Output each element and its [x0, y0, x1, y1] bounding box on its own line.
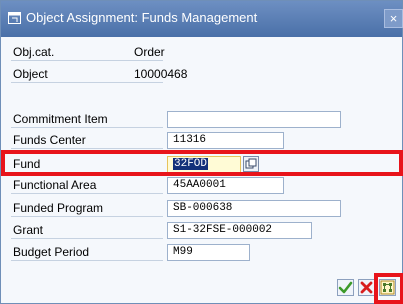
cancel-button[interactable]	[358, 279, 375, 296]
funded-program-input[interactable]: SB-000638	[167, 200, 341, 217]
budget-period-label: Budget Period	[11, 244, 163, 261]
dialog-title-bar: Object Assignment: Funds Management ×	[1, 1, 403, 37]
object-value: 10000468	[134, 67, 188, 81]
budget-period-input[interactable]: M99	[167, 244, 250, 261]
funded-program-label: Funded Program	[11, 200, 163, 217]
obj-cat-value: Order	[134, 45, 165, 59]
fund-row-highlight	[1, 150, 403, 176]
functional-area-label: Functional Area	[11, 177, 163, 194]
grant-input[interactable]: S1-32FSE-000002	[167, 222, 312, 239]
ok-button[interactable]	[337, 279, 354, 296]
funds-center-label: Funds Center	[11, 132, 163, 149]
funds-center-input[interactable]: 11316	[167, 132, 284, 149]
dialog-title: Object Assignment: Funds Management	[26, 10, 258, 25]
close-button[interactable]: ×	[384, 9, 403, 28]
commitment-item-input[interactable]	[167, 111, 341, 128]
checkmark-icon	[338, 281, 353, 294]
commitment-item-label: Commitment Item	[11, 111, 163, 128]
more-fields-highlight	[374, 273, 403, 304]
dialog-window-icon	[8, 12, 21, 24]
functional-area-input[interactable]: 45AA0001	[167, 177, 284, 194]
grant-label: Grant	[11, 222, 163, 239]
cancel-x-icon	[360, 281, 373, 294]
close-icon: ×	[389, 11, 398, 26]
dialog-window: Object Assignment: Funds Management × Ob…	[0, 0, 403, 304]
